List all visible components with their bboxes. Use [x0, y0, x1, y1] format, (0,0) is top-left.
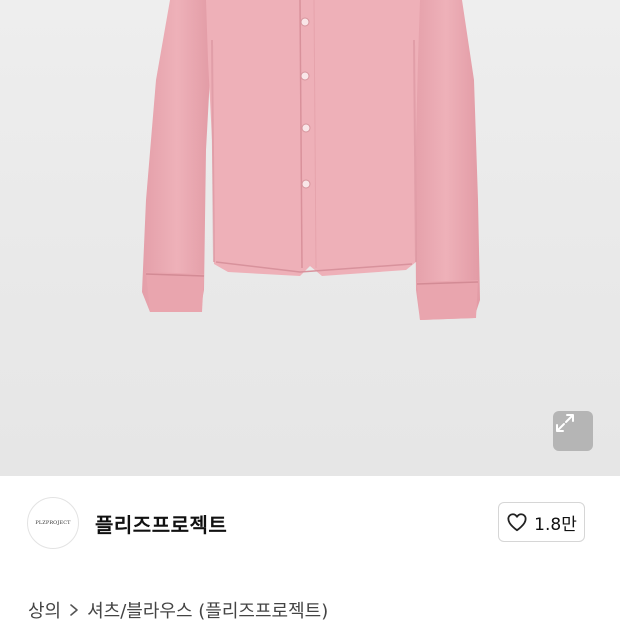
product-image[interactable]	[0, 0, 620, 476]
left-sleeve	[142, 0, 212, 312]
right-sleeve	[412, 0, 480, 320]
shirt-body	[206, 0, 420, 276]
expand-arrows-icon	[556, 414, 574, 432]
seller-logo-text: PLZPROJECT	[35, 520, 71, 526]
like-button[interactable]: 1.8만	[498, 502, 585, 542]
shirt-illustration	[142, 0, 480, 320]
breadcrumb-subcategory[interactable]: 셔츠/블라우스 (플리즈프로젝트)	[87, 597, 328, 620]
breadcrumb-category[interactable]: 상의	[28, 597, 61, 620]
seller-logo[interactable]: PLZPROJECT	[27, 497, 79, 549]
breadcrumb: 상의 셔츠/블라우스 (플리즈프로젝트)	[28, 597, 328, 620]
heart-icon	[507, 513, 527, 532]
expand-image-button[interactable]	[553, 411, 593, 451]
seller-bar: PLZPROJECT 플리즈프로젝트 1.8만	[0, 476, 620, 568]
seller-name[interactable]: 플리즈프로젝트	[95, 509, 227, 538]
chevron-right-icon	[69, 603, 79, 617]
like-count: 1.8만	[534, 514, 577, 535]
